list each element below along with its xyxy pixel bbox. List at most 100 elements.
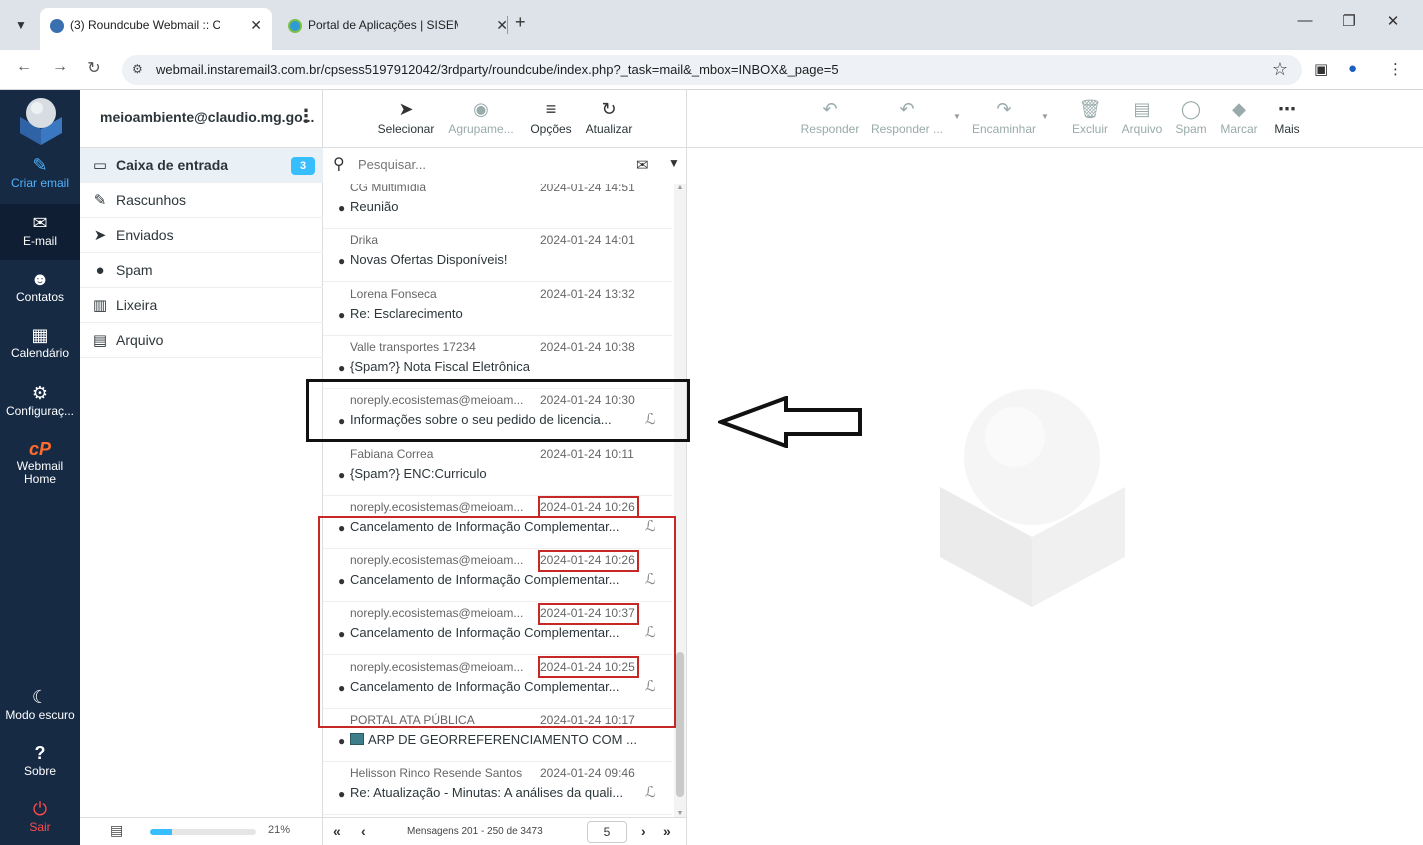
calendar-nav-button[interactable]: ▦ Calendário [0,324,80,360]
message-subject-text: {Spam?} ENC:Curriculo [350,465,487,481]
highlight-date-box [538,550,639,572]
unread-dot-icon: ● [338,254,346,269]
next-page-icon[interactable]: › [641,823,646,839]
tab-search-dropdown[interactable]: ▼ [8,14,34,36]
restore-icon[interactable]: ❐ [1334,12,1364,30]
first-page-icon[interactable]: « [333,823,341,839]
scroll-down-icon[interactable]: ▼ [674,810,686,817]
unread-dot-icon: ● [338,201,346,215]
gear-icon: ⚙ [31,383,49,403]
webmail-home-button[interactable]: cP Webmail Home [0,438,80,486]
preview-panel: ↶ Responder ↶ Responder ... ▼ ↷ Encaminh… [687,90,1423,845]
dark-mode-button[interactable]: ☾ Modo escuro [0,686,80,722]
reply-button[interactable]: ↶ Responder [797,96,863,136]
message-sender: noreply.ecosistemas@meioam... [350,499,524,514]
message-toolbar: ↶ Responder ↶ Responder ... ▼ ↷ Encaminh… [687,90,1423,148]
account-menu-icon[interactable]: ⋮ [297,106,315,127]
folder-label: Lixeira [116,297,158,313]
forward-icon[interactable]: → [48,58,72,76]
reply-all-button[interactable]: ↶ Responder ... [869,96,945,136]
browser-menu-icon[interactable]: ⋮ [1388,60,1403,78]
message-subject: Re: Esclarecimento [350,306,642,321]
message-row[interactable]: Lorena Fonseca 2024-01-24 13:32 ● Re: Escla… [323,283,672,336]
message-subject-text: Novas Ofertas Disponíveis! [350,252,508,268]
tab-close-icon[interactable]: ✕ [250,8,262,42]
message-row[interactable]: Helisson Rinco Resende Santos 2024-01-24 … [323,762,672,816]
spam-label: Spam [1175,122,1207,136]
archive-label: Arquivo [1121,122,1163,136]
options-button[interactable]: ≡ Opções [527,96,575,136]
profile-icon[interactable]: ● [1348,60,1357,77]
folder-item[interactable]: ➤ Enviados [80,218,323,253]
question-icon: ? [34,743,46,763]
trash-icon: ▥ [92,297,108,314]
folder-item[interactable]: ● Spam [80,253,323,288]
message-row[interactable]: Fabiana Correa 2024-01-24 10:11 ● {Spam?} E… [323,443,672,496]
site-info-icon[interactable]: ⚙ [132,62,143,76]
folder-item[interactable]: ▤ Arquivo [80,323,323,358]
search-input[interactable]: Pesquisar... [358,157,426,172]
roundcube-logo-icon[interactable] [16,95,66,145]
paperclip-icon: ℒ [645,784,656,802]
tab-roundcube[interactable]: (3) Roundcube Webmail :: Caixa ✕ [40,8,272,50]
more-button[interactable]: ⋯ Mais [1267,96,1307,136]
forward-arrow-icon: ↷ [996,99,1012,119]
unread-dot-icon: ● [338,307,346,322]
ellipsis-icon: ⋯ [1278,99,1296,119]
select-label: Selecionar [377,122,435,136]
window-close-icon[interactable]: ✕ [1378,12,1408,30]
create-email-button[interactable]: ✎ Criar email [0,154,80,190]
folder-item[interactable]: ▭ Caixa de entrada 3 [80,148,323,183]
folder-item[interactable]: ▥ Lixeira [80,288,323,323]
forward-dropdown-icon[interactable]: ▼ [1041,112,1049,121]
new-tab-icon[interactable]: + [515,12,526,33]
about-button[interactable]: ? Sobre [0,742,80,778]
spam-button[interactable]: ◯ Spam [1171,96,1211,136]
message-row[interactable]: CG Multimídia 2024-01-24 14:51 ● Reunião [323,184,672,229]
scroll-up-icon[interactable]: ▲ [674,184,686,191]
refresh-label: Atualizar [585,122,633,136]
page-number-input[interactable]: 5 [587,821,627,843]
select-button[interactable]: ➤ Selecionar [375,96,437,136]
pagination: « ‹ Mensagens 201 - 250 de 3473 5 › » [323,817,687,845]
message-date: 2024-01-24 14:01 [540,233,635,248]
back-icon[interactable]: ← [12,58,36,76]
inbox-icon: ▭ [92,157,108,174]
message-sender: Fabiana Correa [350,446,434,461]
chevron-down-icon[interactable]: ▼ [668,156,680,170]
page-count-text: Mensagens 201 - 250 de 3473 [407,826,543,837]
side-panel-icon[interactable]: ▣ [1314,60,1328,78]
contacts-nav-button[interactable]: ☻ Contatos [0,268,80,304]
tab-title: (3) Roundcube Webmail :: Caixa [70,18,220,32]
url-bar[interactable]: ⚙ webmail.instaremail3.com.br/cpsess5197… [122,55,1302,85]
mail-nav-button[interactable]: ✉ E-mail [0,204,80,260]
message-subject: {Spam?} ENC:Curriculo [350,466,642,481]
logout-button[interactable]: ⏻ Sair [0,798,80,834]
mark-button[interactable]: ◆ Marcar [1217,96,1261,136]
search-envelope-icon[interactable]: ✉ [636,156,649,174]
archive-button[interactable]: ▤ Arquivo [1117,96,1167,136]
scrollbar-thumb[interactable] [676,652,684,797]
folder-item[interactable]: ✎ Rascunhos [80,183,323,218]
search-icon[interactable]: ⚲ [333,154,345,174]
mail-label: E-mail [22,234,57,248]
group-button[interactable]: ◉ Agrupame... [445,96,517,136]
message-row[interactable]: Drika 2024-01-24 14:01 ● Novas Ofertas Disp… [323,229,672,283]
prev-page-icon[interactable]: ‹ [361,823,366,839]
more-label: Mais [1274,122,1300,136]
cpanel-icon: cP [28,439,52,459]
message-subject: Reunião [350,199,642,214]
reply-dropdown-icon[interactable]: ▼ [953,112,961,121]
forward-button[interactable]: ↷ Encaminhar [967,96,1041,136]
last-page-icon[interactable]: » [663,823,671,839]
unread-badge: 3 [291,157,315,175]
reload-icon[interactable]: ↻ [82,58,106,78]
settings-nav-button[interactable]: ⚙ Configuraç... [0,382,80,418]
delete-button[interactable]: 🗑 Excluir [1067,96,1113,136]
message-sender: Lorena Fonseca [350,286,437,301]
tab-sisema[interactable]: Portal de Aplicações | SISEMA ✕ [278,10,518,40]
minimize-icon[interactable]: — [1290,12,1320,29]
bookmark-star-icon[interactable]: ☆ [1272,59,1288,80]
highlight-date-box [538,656,639,678]
refresh-button[interactable]: ↻ Atualizar [581,96,637,136]
